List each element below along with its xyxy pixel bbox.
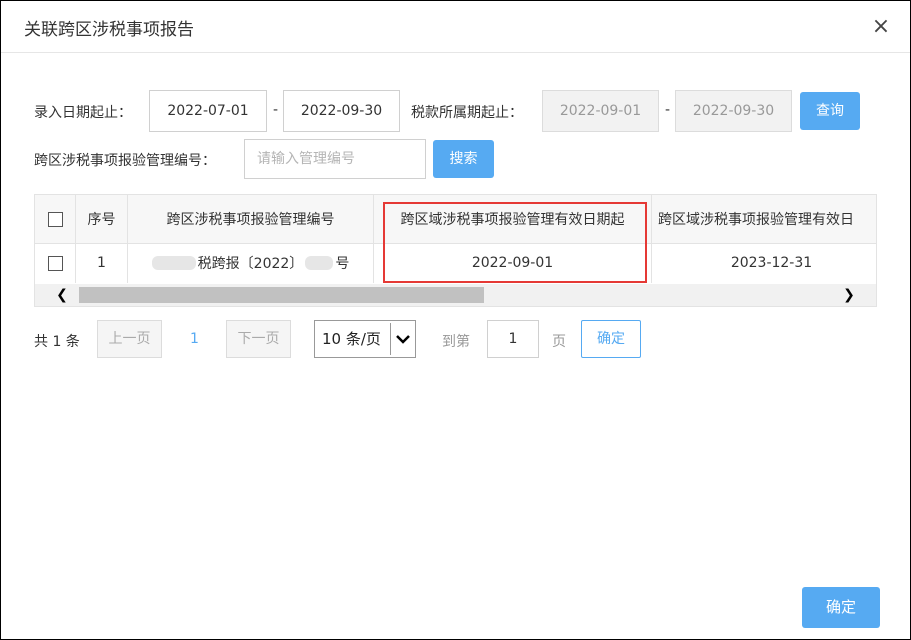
title-divider	[1, 52, 910, 53]
entry-date-label: 录入日期起止：	[34, 105, 132, 121]
goto-confirm-button[interactable]: 确定	[581, 320, 641, 358]
period-range-dash: -	[665, 102, 671, 118]
goto-label: 到第	[442, 334, 470, 350]
horizontal-scrollbar[interactable]: ❮ ❯	[35, 284, 876, 306]
redacted-text	[305, 256, 334, 270]
chevron-down-icon[interactable]	[390, 323, 414, 355]
redacted-text	[151, 256, 196, 270]
page-size-select[interactable]: 10 条/页	[314, 320, 416, 358]
goto-page-input[interactable]: 1	[487, 320, 539, 358]
row-valid-from: 2022-09-01	[374, 243, 652, 283]
row-index: 1	[76, 243, 128, 283]
tax-period-to-input[interactable]: 2022-09-30	[675, 90, 792, 132]
current-page[interactable]: 1	[190, 331, 199, 347]
mgmt-no-label: 跨区涉税事项报验管理编号：	[34, 153, 216, 169]
col-valid-from-header: 跨区域涉税事项报验管理有效日期起	[374, 195, 652, 243]
page-unit-label: 页	[552, 334, 566, 350]
query-button[interactable]: 查询	[800, 92, 860, 130]
results-table: 序号 跨区涉税事项报验管理编号 跨区域涉税事项报验管理有效日期起 跨区域涉税事项…	[34, 194, 877, 307]
select-all-checkbox[interactable]	[47, 211, 63, 227]
entry-date-from-input[interactable]: 2022-07-01	[149, 90, 267, 132]
tax-period-label: 税款所属期起止：	[411, 105, 523, 121]
mgmt-no-input[interactable]: 请输入管理编号	[244, 139, 426, 179]
total-count: 共 1 条	[34, 334, 80, 350]
mgmt-no-text: 税跨报〔2022〕	[197, 256, 304, 272]
date-range-dash: -	[273, 102, 279, 118]
row-select-cell	[35, 243, 76, 283]
dialog: 关联跨区涉税事项报告 × 录入日期起止： 2022-07-01 - 2022-0…	[0, 0, 911, 640]
col-index-header: 序号	[76, 195, 128, 243]
col-mgmt-no-header: 跨区涉税事项报验管理编号	[128, 195, 374, 243]
row-checkbox[interactable]	[47, 255, 63, 271]
close-icon[interactable]: ×	[869, 15, 893, 39]
scroll-left-icon[interactable]: ❮	[47, 284, 77, 306]
table-row[interactable]: 1 税跨报〔2022〕 号 2022-09-01 2023-12-31	[35, 243, 876, 283]
mgmt-no-suffix: 号	[335, 256, 350, 272]
prev-page-button[interactable]: 上一页	[97, 320, 162, 358]
col-valid-to-header: 跨区域涉税事项报验管理有效日	[652, 195, 876, 243]
table-header: 序号 跨区涉税事项报验管理编号 跨区域涉税事项报验管理有效日期起 跨区域涉税事项…	[35, 195, 876, 244]
entry-date-to-input[interactable]: 2022-09-30	[283, 90, 400, 132]
row-mgmt-no: 税跨报〔2022〕 号	[128, 243, 374, 283]
row-valid-to: 2023-12-31	[652, 243, 876, 283]
scrollbar-thumb[interactable]	[79, 287, 484, 303]
page-size-value: 10 条/页	[322, 330, 381, 348]
select-all-cell	[35, 195, 76, 243]
confirm-button[interactable]: 确定	[802, 587, 880, 628]
scroll-right-icon[interactable]: ❯	[834, 284, 864, 306]
dialog-title: 关联跨区涉税事项报告	[24, 20, 194, 40]
tax-period-from-input[interactable]: 2022-09-01	[542, 90, 659, 132]
search-button[interactable]: 搜索	[433, 140, 494, 178]
next-page-button[interactable]: 下一页	[226, 320, 291, 358]
